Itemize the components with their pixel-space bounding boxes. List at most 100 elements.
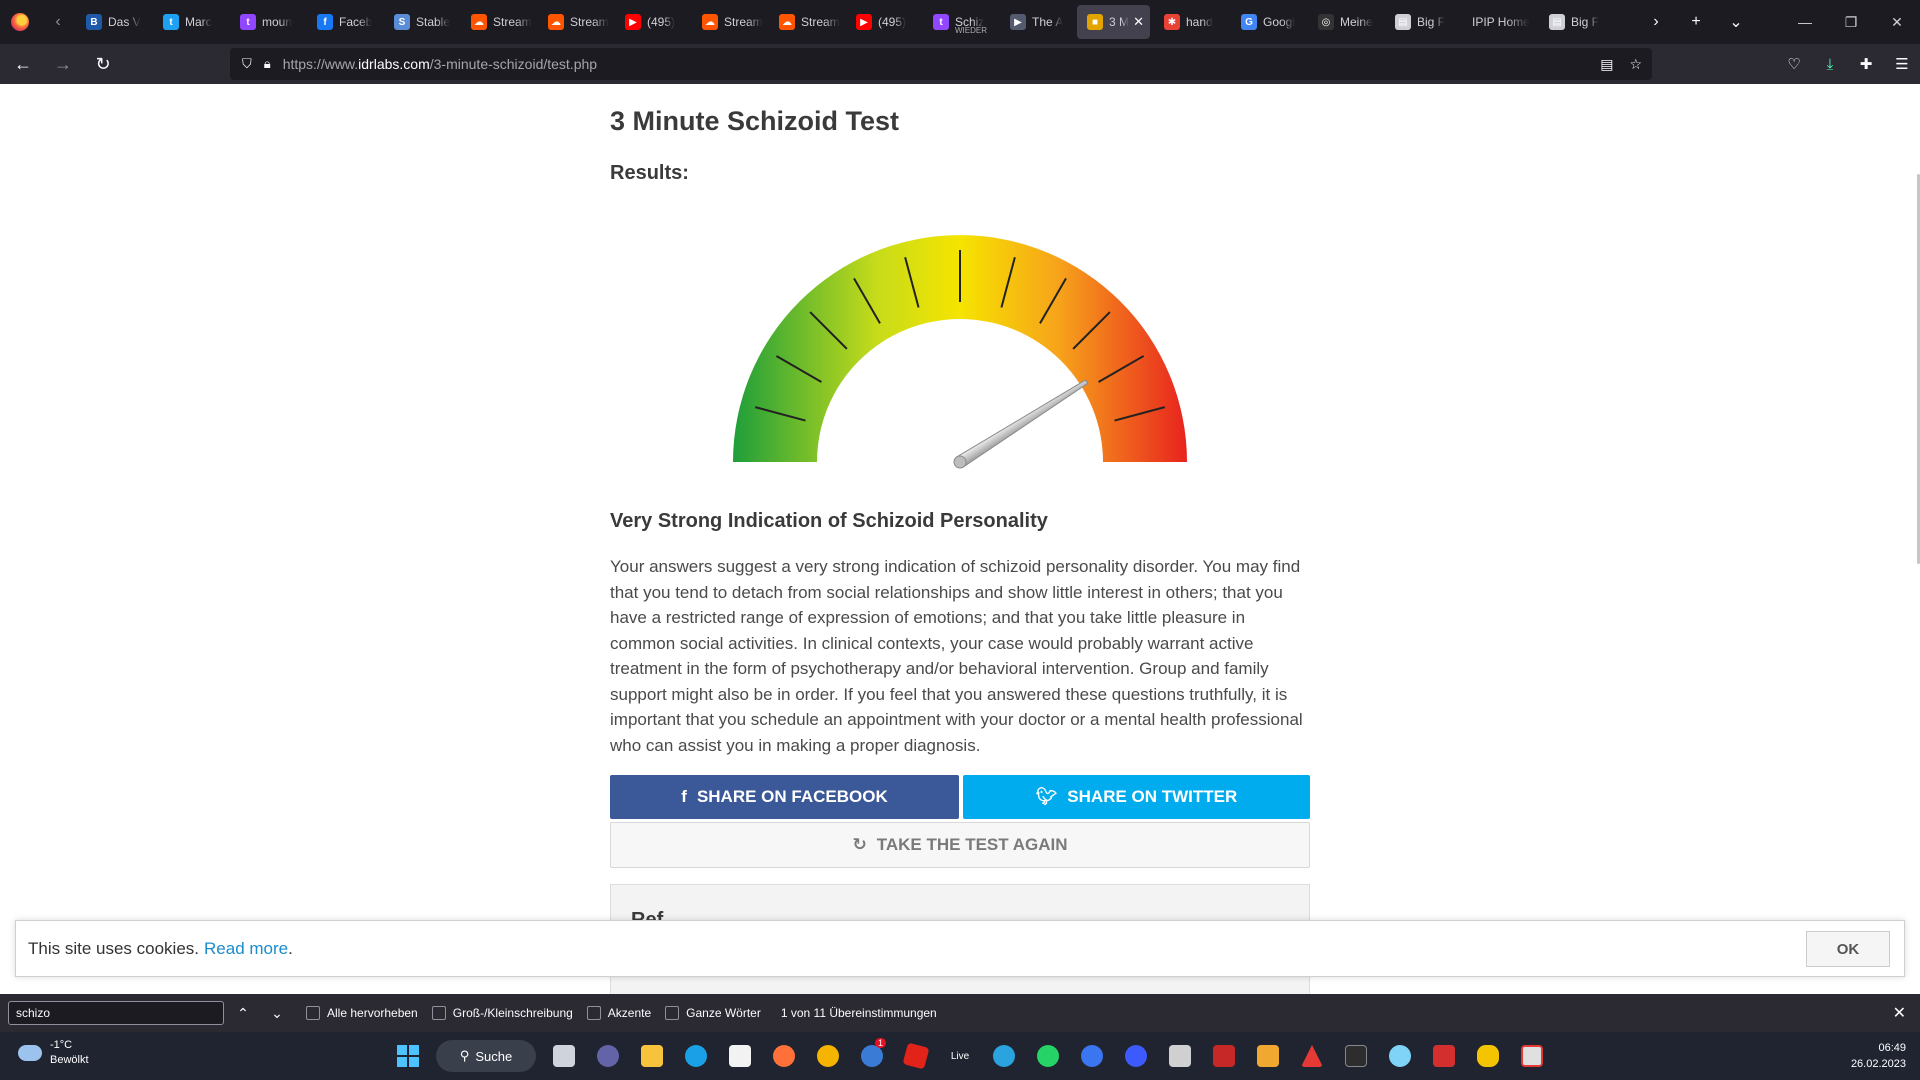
cookie-ok-button[interactable]: OK — [1806, 931, 1890, 967]
new-tab-icon[interactable]: + — [1676, 0, 1716, 44]
browser-tab[interactable]: ✱ hand — [1154, 5, 1227, 39]
cookie-text: This site uses cookies. — [28, 938, 200, 958]
browser-tab[interactable]: ☁ Stream — [692, 5, 765, 39]
browser-tab[interactable]: ▶ (495) — [615, 5, 688, 39]
search-icon: ⚲ — [459, 1048, 470, 1063]
browser-tab[interactable]: f Faceb — [307, 5, 380, 39]
tab-scroll-left-icon[interactable]: ‹ — [40, 0, 76, 44]
restore-icon[interactable]: ❐ — [1828, 0, 1874, 44]
tab-title: Faceb — [339, 15, 373, 29]
cookie-read-more-link[interactable]: Read more — [204, 939, 288, 959]
downloads-icon[interactable]: ⤓ — [1812, 44, 1848, 84]
tab-title: Stream — [570, 15, 609, 29]
firefox-icon[interactable] — [762, 1036, 806, 1076]
match-case-checkbox[interactable]: Groß-/Kleinschreibung — [431, 1006, 573, 1020]
navigation-toolbar: ← → ↻ ⛉ 🔒︎ https://www.idrlabs.com/3-min… — [0, 44, 1920, 84]
gauge-needle-pivot — [953, 455, 967, 469]
cloud-app-icon[interactable] — [1378, 1036, 1422, 1076]
start-button[interactable] — [386, 1036, 430, 1076]
red-app-icon[interactable] — [1422, 1036, 1466, 1076]
find-input[interactable]: schizo — [8, 1001, 224, 1025]
terminal-icon[interactable] — [1334, 1036, 1378, 1076]
file-explorer-icon[interactable] — [630, 1036, 674, 1076]
cookie-banner: This site uses cookies. Read more. OK — [15, 920, 1905, 977]
browser-tab[interactable]: G Googl — [1231, 5, 1304, 39]
forward-icon[interactable]: → — [46, 48, 80, 80]
whole-words-checkbox[interactable]: Ganze Wörter — [665, 1006, 761, 1020]
pinwheel-icon: ✱ — [1164, 14, 1180, 30]
tab-title: Meine — [1340, 15, 1373, 29]
share-facebook-button[interactable]: f SHARE ON FACEBOOK — [610, 775, 959, 819]
share-twitter-button[interactable]: 🐦︎ SHARE ON TWITTER — [963, 775, 1310, 819]
reader-view-icon[interactable]: ▤ — [1600, 56, 1613, 73]
browser-tab[interactable]: ■ 3 M ✕ — [1077, 5, 1150, 39]
camera-app-icon[interactable] — [1158, 1036, 1202, 1076]
voicemeeter-icon[interactable] — [1202, 1036, 1246, 1076]
tab-title: Stable — [416, 15, 451, 29]
highlight-all-checkbox[interactable]: Alle hervorheben — [306, 1006, 418, 1020]
doc-icon: ▤ — [1395, 14, 1411, 30]
firefox-menu-icon[interactable] — [0, 0, 40, 44]
teams-icon[interactable] — [586, 1036, 630, 1076]
accents-checkbox[interactable]: Akzente — [586, 1006, 651, 1020]
result-verdict: Very Strong Indication of Schizoid Perso… — [610, 510, 1048, 532]
task-view-icon[interactable] — [542, 1036, 586, 1076]
bookmark-star-icon[interactable]: ☆ — [1629, 56, 1642, 73]
live-icon[interactable]: Live — [938, 1036, 982, 1076]
youtube-icon: ▶ — [625, 14, 641, 30]
result-description: Your answers suggest a very strong indic… — [610, 557, 1303, 755]
browser-tab[interactable]: t moun — [230, 5, 303, 39]
pocket-icon[interactable]: ♡ — [1776, 44, 1812, 84]
app-icon[interactable] — [1114, 1036, 1158, 1076]
take-test-again-button[interactable]: ↻ TAKE THE TEST AGAIN — [610, 822, 1310, 868]
tracking-protection-icon[interactable]: ⛉ — [242, 56, 252, 72]
taskbar-search[interactable]: ⚲ Suche — [436, 1040, 536, 1072]
system-clock[interactable]: 06:49 26.02.2023 — [1851, 1040, 1906, 1072]
chat-icon[interactable]: 1 — [850, 1036, 894, 1076]
minimize-icon[interactable]: — — [1782, 0, 1828, 44]
url-text[interactable]: https://www.idrlabs.com/3-minute-schizoi… — [283, 56, 597, 72]
browser-tab[interactable]: t Schiz WIEDER — [923, 5, 996, 39]
red-triangle-icon[interactable] — [1290, 1036, 1334, 1076]
tab-scroll-right-icon[interactable]: › — [1636, 0, 1676, 44]
telegram-icon[interactable] — [982, 1036, 1026, 1076]
url-bar[interactable]: ⛉ 🔒︎ https://www.idrlabs.com/3-minute-sc… — [230, 48, 1652, 80]
list-all-tabs-icon[interactable]: ⌄ — [1716, 0, 1756, 44]
browser-tab[interactable]: ▶ (495) — [846, 5, 919, 39]
browser-tab[interactable]: ▶ The A — [1000, 5, 1073, 39]
back-icon[interactable]: ← — [6, 48, 40, 80]
lock-icon[interactable]: 🔒︎ — [264, 56, 271, 72]
edge-icon[interactable] — [674, 1036, 718, 1076]
close-window-icon[interactable]: ✕ — [1874, 0, 1920, 44]
browser-tab[interactable]: ☁ Stream — [461, 5, 534, 39]
browser-tab[interactable]: IPIP Home — [1462, 5, 1535, 39]
browser-tab[interactable]: B Das V — [76, 5, 149, 39]
tab-title: Marc — [185, 15, 212, 29]
weather-widget[interactable]: -1°C Bewölkt — [18, 1038, 89, 1068]
snipping-tool-icon[interactable] — [1510, 1036, 1554, 1076]
reload-icon[interactable]: ↻ — [86, 48, 120, 80]
find-next-icon[interactable]: ⌄ — [262, 1005, 292, 1022]
tab-title: (495) — [647, 15, 676, 29]
find-bar: schizo ⌃ ⌄ Alle hervorheben Groß-/Kleins… — [0, 994, 1920, 1032]
browser-tab[interactable]: t Marc — [153, 5, 226, 39]
browser-tab[interactable]: ☁ Stream — [769, 5, 842, 39]
signal-icon[interactable] — [1070, 1036, 1114, 1076]
whatsapp-icon[interactable] — [1026, 1036, 1070, 1076]
browser-tab[interactable]: ☁ Stream — [538, 5, 611, 39]
linux-icon[interactable] — [1466, 1036, 1510, 1076]
browser-tab[interactable]: S Stable — [384, 5, 457, 39]
library-icon[interactable] — [1246, 1036, 1290, 1076]
browser-tab[interactable]: ▤ Big F — [1385, 5, 1458, 39]
tab-strip: ‹ B Das Vt Marc t moun f Faceb S Stable ☁ Stream ☁ S… — [0, 0, 1920, 44]
chrome-icon[interactable] — [806, 1036, 850, 1076]
extensions-icon[interactable]: ✚ — [1848, 44, 1884, 84]
find-previous-icon[interactable]: ⌃ — [228, 1005, 258, 1022]
browser-tab[interactable]: ▤ Big F — [1539, 5, 1612, 39]
store-icon[interactable] — [718, 1036, 762, 1076]
menu-icon[interactable]: ☰ — [1884, 44, 1920, 84]
find-close-icon[interactable]: ✕ — [1893, 1003, 1906, 1023]
browser-tab[interactable]: ◎ Meine — [1308, 5, 1381, 39]
close-tab-icon[interactable]: ✕ — [1133, 14, 1144, 30]
roblox-icon[interactable] — [894, 1036, 938, 1076]
